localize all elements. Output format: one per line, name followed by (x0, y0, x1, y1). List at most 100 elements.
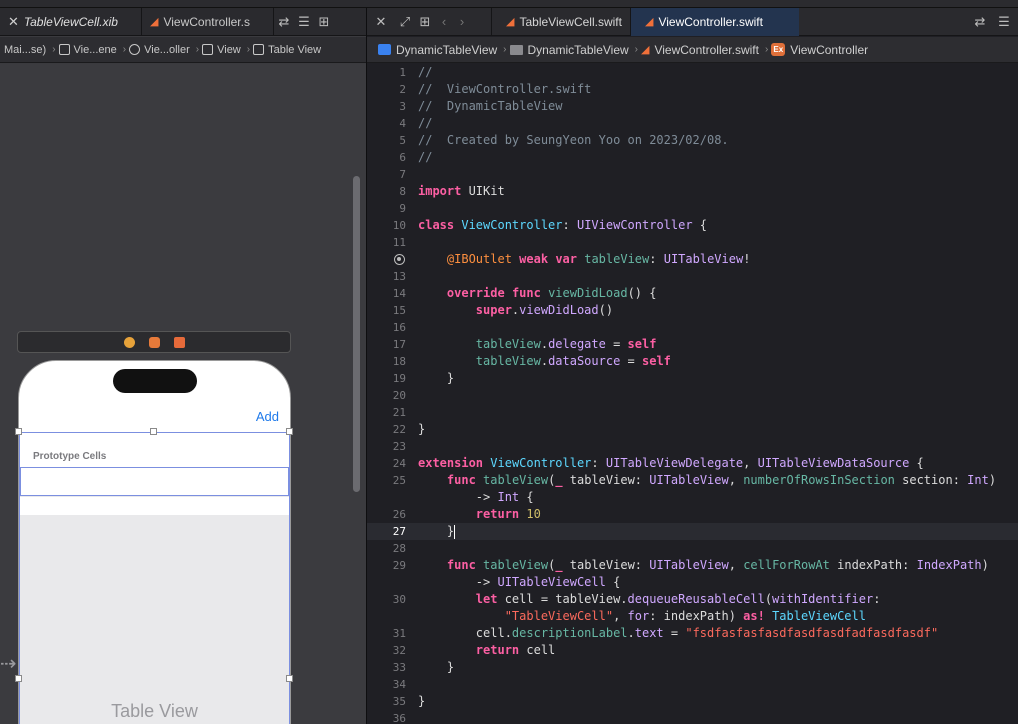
line-number: 1 (399, 66, 406, 79)
code-line: 4 // (367, 115, 1018, 132)
left-tab-bar: ✕ TableViewCell.xib ◢ ViewController.s ⇄… (0, 7, 366, 36)
swap-arrows-icon[interactable]: ⇄ (970, 8, 990, 36)
current-code-line: 27 } (367, 523, 1018, 540)
return-literal: 10 (526, 507, 541, 521)
breadcrumb-main[interactable]: Mai...se) (4, 44, 46, 56)
swap-arrows-icon[interactable]: ⇄ (274, 8, 294, 36)
expand-icon[interactable]: ⤢ (395, 8, 415, 36)
code-text: extension ViewController: UITableViewDel… (418, 456, 924, 470)
code-line: 20 (367, 387, 1018, 404)
resize-handle[interactable] (286, 428, 293, 435)
resize-handle[interactable] (15, 428, 22, 435)
add-bar-button[interactable]: Add (256, 409, 279, 424)
class-icon: Ex (771, 43, 786, 56)
code-line: 16 (367, 319, 1018, 336)
resize-handle[interactable] (150, 428, 157, 435)
code-line: 15 super.viewDidLoad() (367, 302, 1018, 319)
line-number: 5 (399, 134, 406, 147)
add-editor-icon[interactable]: ⊞ (314, 8, 334, 36)
code-text: return 10 (475, 507, 541, 521)
code-line: 30 let cell = tableView.dequeueReusableC… (367, 591, 1018, 608)
chevron-right-icon: › (246, 44, 251, 55)
breadcrumb-view[interactable]: View (202, 44, 241, 56)
swift-file-icon: ◢ (506, 16, 515, 28)
breadcrumb-scene[interactable]: Vie...ene (58, 44, 117, 56)
cell-identifier-string: "TableViewCell" (504, 609, 614, 623)
code-line: 34 (367, 676, 1018, 693)
breadcrumb-symbol[interactable]: Ex ViewController (771, 43, 868, 57)
line-number: 36 (392, 712, 406, 724)
code-text: func tableView(_ tableView: UITableView,… (446, 473, 997, 487)
grid-icon[interactable]: ⊞ (415, 8, 435, 36)
line-number: 15 (392, 304, 406, 317)
adjust-editor-icon[interactable]: ☰ (294, 8, 314, 36)
code-line: 8 import UIKit (367, 183, 1018, 200)
storyboard-canvas[interactable]: Add Prototype Cells Table View ⇢ (0, 64, 366, 724)
chevron-right-icon: › (634, 44, 638, 55)
entry-point-arrow-icon[interactable]: ⇢ (0, 651, 17, 676)
source-code[interactable]: 1 // 2 // ViewController.swift 3 // Dynamic… (367, 64, 1018, 724)
interface-builder-pane: ✕ TableViewCell.xib ◢ ViewController.s ⇄… (0, 7, 366, 724)
code-line: 13 (367, 268, 1018, 285)
vertical-scrollbar[interactable] (353, 176, 360, 492)
code-line: 11 (367, 234, 1018, 251)
code-line: 35} (367, 693, 1018, 710)
code-line: -> Int { (367, 489, 1018, 506)
code-text: cell.descriptionLabel.text = "fsdfasfasf… (418, 626, 939, 640)
code-line: 36 (367, 710, 1018, 724)
breadcrumb-viewcontroller[interactable]: Vie...oller (129, 44, 190, 56)
code-line: 26 return 10 (367, 506, 1018, 523)
tab-tableviewcell-xib[interactable]: ✕ TableViewCell.xib (0, 7, 142, 36)
code-line: 29 func tableView(_ tableView: UITableVi… (367, 557, 1018, 574)
code-editor-pane: ✕ ⤢ ⊞ ‹ › ◢ TableViewCell.swift ◢ ViewCo… (367, 7, 1018, 724)
code-line: 9 (367, 200, 1018, 217)
code-line: 6 // (367, 149, 1018, 166)
outlet-connection-icon[interactable] (394, 254, 405, 265)
back-icon[interactable]: ‹ (435, 8, 453, 36)
line-number: 7 (399, 168, 406, 181)
prototype-cell[interactable] (20, 467, 289, 496)
table-blank-row (20, 497, 289, 515)
table-view[interactable]: Prototype Cells Table View (19, 432, 290, 724)
chevron-right-icon: › (764, 44, 769, 55)
tab-label: TableViewCell.swift (519, 14, 622, 29)
code-line: 7 (367, 166, 1018, 183)
breadcrumb-file[interactable]: ◢ ViewController.swift (641, 43, 759, 57)
line-number: 3 (399, 100, 406, 113)
code-line: -> UITableViewCell { (367, 574, 1018, 591)
breadcrumb-tableview[interactable]: Table View (253, 44, 321, 56)
line-number: 11 (392, 236, 406, 249)
dynamic-island (113, 369, 197, 393)
tab-viewcontroller-swift-active[interactable]: ◢ ViewController.swift (631, 7, 799, 36)
code-text: override func viewDidLoad() { (446, 286, 657, 300)
code-line: 18 tableView.dataSource = self (367, 353, 1018, 370)
code-line: @IBOutlet weak var tableView: UITableVie… (367, 251, 1018, 268)
exit-icon[interactable] (173, 336, 185, 348)
code-comment: // (418, 65, 433, 79)
code-line: 2 // ViewController.swift (367, 81, 1018, 98)
resize-handle[interactable] (15, 675, 22, 682)
breadcrumb-group[interactable]: DynamicTableView (509, 43, 629, 57)
first-responder-icon[interactable] (148, 336, 160, 348)
code-text: super.viewDidLoad() (475, 303, 614, 317)
iphone-scene[interactable]: Add Prototype Cells Table View (18, 360, 291, 724)
breadcrumb-project[interactable]: DynamicTableView (378, 43, 497, 57)
tab-tableviewcell-swift[interactable]: ◢ TableViewCell.swift (491, 7, 631, 36)
close-tab-icon[interactable]: ✕ (8, 14, 19, 30)
editor-options-icon[interactable]: ☰ (990, 8, 1018, 36)
scene-dock (17, 331, 291, 353)
close-editor-icon[interactable]: ✕ (367, 8, 395, 36)
forward-icon[interactable]: › (453, 8, 471, 36)
chevron-right-icon: › (503, 44, 507, 55)
chevron-right-icon: › (122, 44, 127, 55)
view-controller-dock-icon[interactable] (123, 336, 135, 348)
line-number: 17 (392, 338, 406, 351)
code-line: 31 cell.descriptionLabel.text = "fsdfasf… (367, 625, 1018, 642)
tab-viewcontroller-swift[interactable]: ◢ ViewController.s (142, 7, 274, 36)
view-controller-icon (129, 44, 141, 55)
code-line: 21 (367, 404, 1018, 421)
line-number: 35 (392, 695, 406, 708)
resize-handle[interactable] (286, 675, 293, 682)
code-line: 32 return cell (367, 642, 1018, 659)
breadcrumb-label: View (217, 43, 241, 56)
